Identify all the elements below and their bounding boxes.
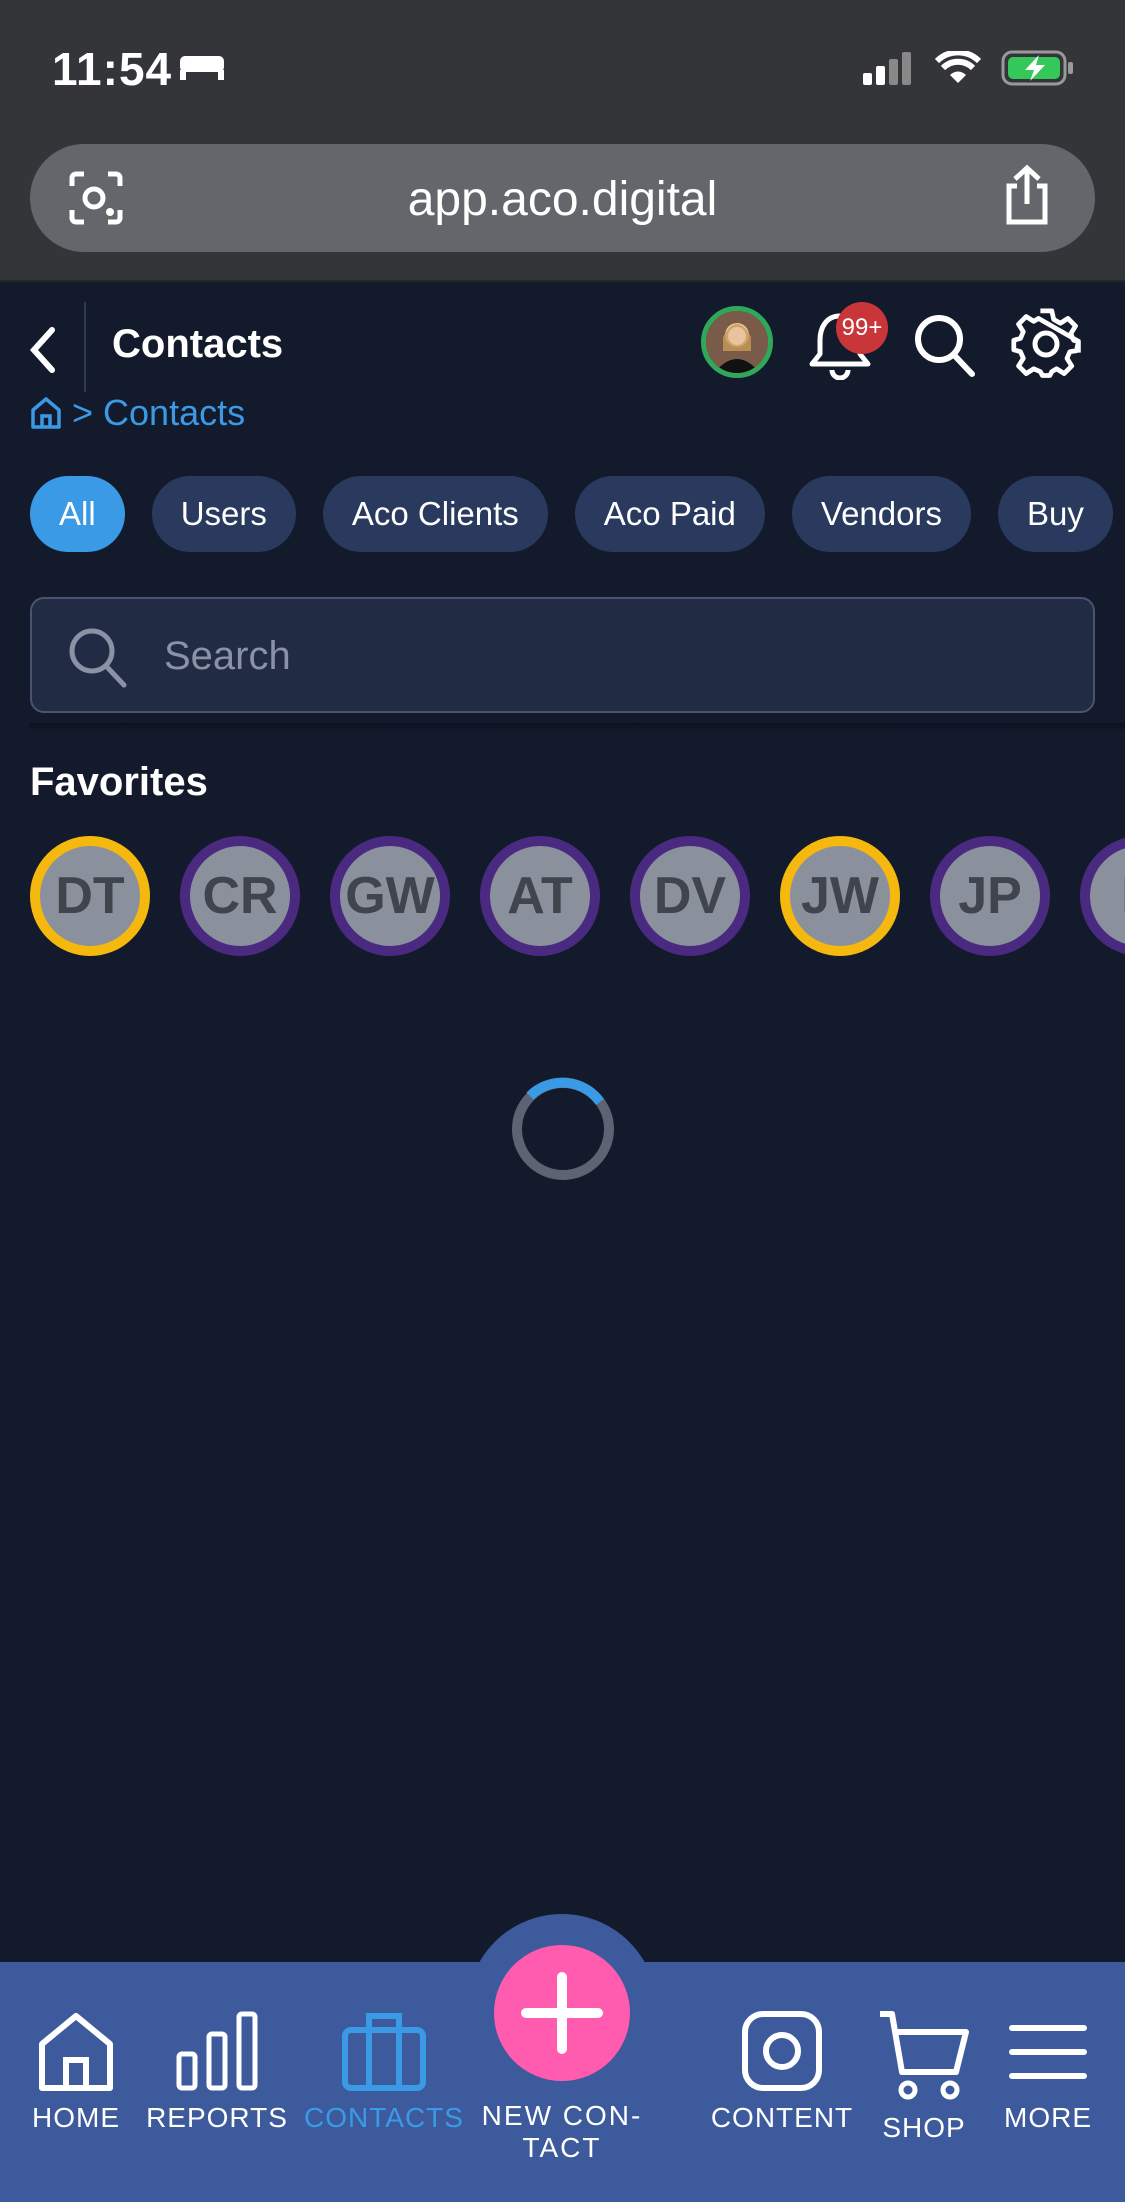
back-chevron-icon[interactable] [22, 320, 62, 380]
nav-reports[interactable]: REPORTS [137, 2010, 297, 2134]
notification-badge: 99+ [836, 302, 888, 354]
home-breadcrumb-icon[interactable] [30, 396, 62, 430]
chip-all[interactable]: All [30, 476, 125, 552]
nav-more-label: MORE [1004, 2102, 1092, 2133]
favorites-title: Favorites [30, 760, 208, 804]
new-contact-button[interactable] [494, 1945, 630, 2081]
shopping-cart-icon [880, 2011, 969, 2100]
chip-buyers[interactable]: Buy [997, 476, 1113, 552]
breadcrumb-separator: > [72, 392, 94, 433]
breadcrumb: > Contacts [30, 392, 245, 434]
favorite-avatar[interactable]: JW [780, 836, 900, 956]
status-indicators [861, 50, 1075, 86]
chip-users[interactable]: Users [151, 476, 296, 552]
share-icon[interactable] [999, 164, 1055, 228]
breadcrumb-current[interactable]: Contacts [103, 392, 245, 434]
favorite-avatar[interactable]: DV [630, 836, 750, 956]
search-placeholder: Search [164, 634, 291, 678]
url-bar[interactable]: app.aco.digital [30, 144, 1095, 252]
home-icon [39, 2013, 113, 2091]
filter-chips: All Users Aco Clients Aco Paid Vendors Buy [30, 476, 1125, 552]
new-contact-label-line1: NEW CON- [481, 2100, 643, 2131]
status-time: 11:54 [52, 43, 173, 95]
favorite-avatar[interactable]: AT [480, 836, 600, 956]
favorite-avatar[interactable]: CR [180, 836, 300, 956]
nav-contacts[interactable]: CONTACTS [304, 2010, 464, 2134]
briefcase-icon [342, 2013, 426, 2091]
search-field-icon [69, 628, 127, 688]
browser-chrome: 11:54 app.aco.digital [0, 0, 1125, 282]
app-header: Contacts 99+ [0, 284, 1125, 404]
plus-icon [521, 1972, 603, 2054]
settings-gear-icon[interactable] [1010, 308, 1082, 380]
nav-content-label: CONTENT [710, 2102, 854, 2133]
user-avatar[interactable] [701, 306, 773, 378]
new-contact-label: NEW CON- TACT [470, 2100, 654, 2164]
nav-home[interactable]: HOME [0, 2010, 156, 2134]
search-shadow [30, 723, 1125, 733]
menu-icon [1009, 2025, 1087, 2079]
favorite-avatar[interactable]: JP [930, 836, 1050, 956]
header-divider [84, 302, 86, 392]
url-text: app.aco.digital [407, 173, 718, 226]
wifi-icon [935, 51, 981, 83]
nav-content[interactable]: CONTENT [702, 2010, 862, 2134]
cellular-signal-icon [863, 52, 911, 85]
page-title: Contacts [112, 322, 284, 366]
nav-home-label: HOME [32, 2102, 120, 2133]
favorite-avatar[interactable]: GW [330, 836, 450, 956]
loading-spinner-icon [512, 1077, 614, 1180]
nav-more[interactable]: MORE [968, 2010, 1125, 2134]
search-icon[interactable] [912, 312, 976, 378]
favorites-list: DTCRGWATDVJWJPD [30, 836, 1125, 956]
avatar-portrait-icon [706, 311, 768, 373]
search-input[interactable]: Search [30, 597, 1095, 713]
battery-charging-icon [1001, 50, 1073, 86]
chip-vendors[interactable]: Vendors [791, 476, 971, 552]
nav-reports-label: REPORTS [146, 2102, 288, 2133]
nav-contacts-label: CONTACTS [304, 2102, 464, 2133]
bar-chart-icon [176, 2011, 258, 2091]
favorite-avatar[interactable]: DT [30, 836, 150, 956]
chip-aco-paid[interactable]: Aco Paid [574, 476, 765, 552]
new-contact-label-line2: TACT [522, 2132, 602, 2163]
sleep-focus-icon [180, 56, 224, 80]
favorite-avatar[interactable]: D [1080, 836, 1125, 956]
chip-aco-clients[interactable]: Aco Clients [322, 476, 548, 552]
instagram-icon [742, 2011, 822, 2091]
